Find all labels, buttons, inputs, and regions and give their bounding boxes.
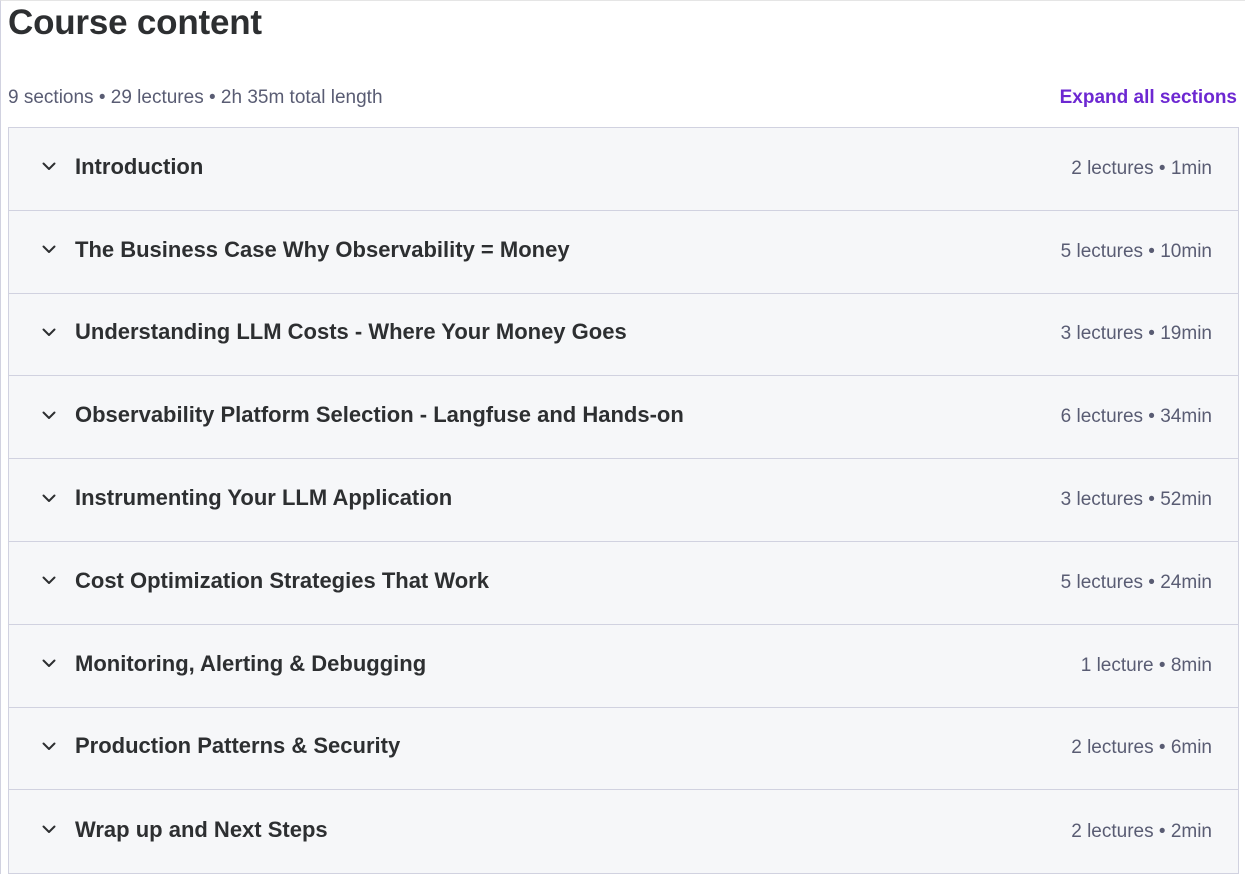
chevron-down-icon bbox=[40, 737, 58, 755]
chevron-down-icon bbox=[40, 406, 58, 424]
section-header-4[interactable]: Observability Platform Selection - Langf… bbox=[9, 376, 1238, 460]
section-title: Introduction bbox=[75, 153, 204, 179]
expand-all-sections-button[interactable]: Expand all sections bbox=[1060, 87, 1237, 109]
section-meta: 5 lectures • 24min bbox=[1060, 571, 1212, 593]
section-header-6[interactable]: Cost Optimization Strategies That Work 5 … bbox=[9, 541, 1238, 625]
section-title: Wrap up and Next Steps bbox=[75, 816, 328, 842]
section-header-1[interactable]: Introduction 2 lectures • 1min bbox=[9, 128, 1238, 211]
section-title: Production Patterns & Security bbox=[75, 733, 401, 759]
section-meta: 2 lectures • 2min bbox=[1071, 820, 1212, 842]
chevron-down-icon bbox=[40, 821, 58, 839]
section-title: Understanding LLM Costs - Where Your Mon… bbox=[75, 319, 627, 345]
section-meta: 6 lectures • 34min bbox=[1060, 406, 1212, 428]
section-meta: 3 lectures • 52min bbox=[1060, 489, 1212, 511]
sections-accordion: Introduction 2 lectures • 1min The Busines… bbox=[8, 127, 1239, 874]
chevron-down-icon bbox=[40, 489, 58, 507]
section-header-3[interactable]: Understanding LLM Costs - Where Your Mon… bbox=[9, 293, 1238, 377]
section-title: Instrumenting Your LLM Application bbox=[75, 485, 453, 511]
section-title: Observability Platform Selection - Langf… bbox=[75, 402, 684, 428]
page-title: Course content bbox=[8, 3, 262, 42]
section-title: The Business Case Why Observability = Mo… bbox=[75, 236, 570, 262]
section-meta: 2 lectures • 6min bbox=[1071, 737, 1212, 759]
section-header-5[interactable]: Instrumenting Your LLM Application 3 lect… bbox=[9, 459, 1238, 542]
course-content-panel: Course content 9 sections • 29 lectures … bbox=[0, 0, 1245, 874]
chevron-down-icon bbox=[40, 323, 58, 341]
section-header-9[interactable]: Wrap up and Next Steps 2 lectures • 2min bbox=[9, 790, 1238, 874]
section-header-7[interactable]: Monitoring, Alerting & Debugging 1 lectur… bbox=[9, 624, 1238, 708]
chevron-down-icon bbox=[40, 158, 58, 176]
chevron-down-icon bbox=[40, 655, 58, 673]
section-title: Monitoring, Alerting & Debugging bbox=[75, 650, 427, 676]
section-title: Cost Optimization Strategies That Work bbox=[75, 567, 489, 593]
section-header-2[interactable]: The Business Case Why Observability = Mo… bbox=[9, 210, 1238, 294]
summary-row: 9 sections • 29 lectures • 2h 35m total … bbox=[8, 85, 1237, 111]
section-meta: 5 lectures • 10min bbox=[1060, 240, 1212, 262]
section-meta: 3 lectures • 19min bbox=[1060, 323, 1212, 345]
section-header-8[interactable]: Production Patterns & Security 2 lectures… bbox=[9, 707, 1238, 791]
chevron-down-icon bbox=[40, 241, 58, 259]
course-summary: 9 sections • 29 lectures • 2h 35m total … bbox=[8, 87, 383, 108]
chevron-down-icon bbox=[40, 572, 58, 590]
section-meta: 1 lecture • 8min bbox=[1080, 654, 1212, 676]
section-meta: 2 lectures • 1min bbox=[1071, 157, 1212, 179]
